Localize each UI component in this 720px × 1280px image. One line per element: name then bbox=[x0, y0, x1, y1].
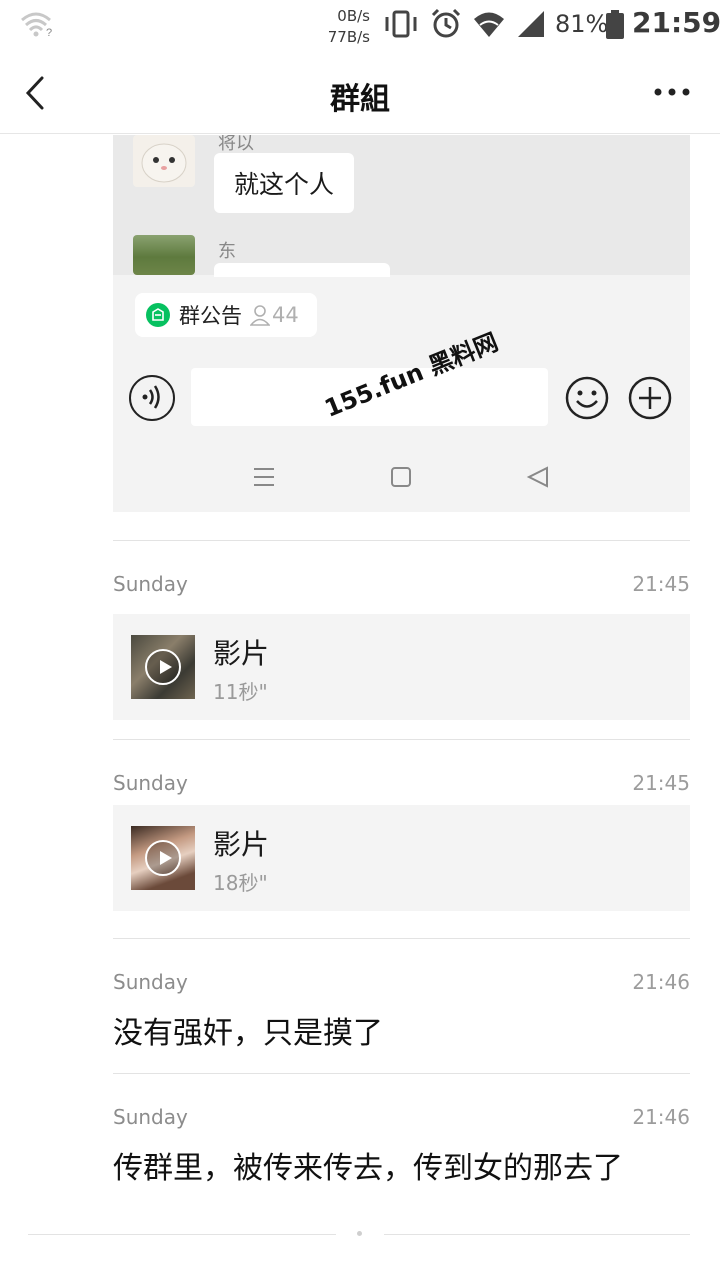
back-triangle-icon bbox=[526, 466, 548, 488]
message-text: 传群里，被传来传去，传到女的那去了 bbox=[113, 1151, 623, 1186]
item-meta: Sunday 21:45 bbox=[113, 771, 690, 801]
video-title: 影片 bbox=[213, 637, 270, 670]
plus-circle-icon bbox=[628, 376, 672, 420]
video-thumbnail bbox=[131, 826, 195, 890]
item-time: 21:45 bbox=[632, 572, 690, 596]
speed-down: 0B/s bbox=[337, 7, 370, 25]
item-meta: Sunday 21:46 bbox=[113, 1105, 690, 1135]
battery-icon bbox=[605, 10, 625, 44]
item-source: Sunday bbox=[113, 771, 188, 795]
battery-percent: 81% bbox=[555, 10, 609, 38]
play-icon bbox=[145, 649, 181, 685]
video-duration: 11秒" bbox=[213, 680, 268, 704]
signal-icon bbox=[516, 9, 546, 43]
person-icon bbox=[250, 305, 270, 326]
embedded-chat-screenshot[interactable]: 将以 就这个人 东 群公告 44 bbox=[113, 135, 690, 512]
avatar bbox=[133, 135, 195, 187]
sender-name: 将以 bbox=[218, 135, 254, 154]
divider bbox=[113, 1073, 690, 1074]
message-text: 没有强奸，只是摸了 bbox=[113, 1016, 383, 1051]
menu-icon bbox=[254, 468, 274, 486]
status-bar: ? 0B/s 77B/s 81% 21:59 bbox=[0, 0, 720, 52]
divider bbox=[113, 540, 690, 541]
emoji-button bbox=[564, 375, 610, 421]
play-icon bbox=[145, 840, 181, 876]
chat-bubble bbox=[214, 263, 390, 277]
item-meta: Sunday 21:46 bbox=[113, 970, 690, 1000]
video-thumbnail bbox=[131, 635, 195, 699]
more-button[interactable] bbox=[652, 80, 692, 104]
announcement-icon bbox=[146, 303, 170, 327]
embedded-chat-area: 将以 就这个人 东 bbox=[113, 135, 690, 277]
member-count: 44 bbox=[250, 303, 299, 327]
alarm-icon bbox=[430, 8, 462, 44]
divider bbox=[384, 1234, 690, 1235]
svg-text:?: ? bbox=[46, 27, 52, 38]
item-source: Sunday bbox=[113, 572, 188, 596]
wifi-question-icon: ? bbox=[20, 12, 56, 42]
announcement-label: 群公告 bbox=[179, 304, 242, 328]
divider bbox=[113, 739, 690, 740]
page-title: 群組 bbox=[330, 82, 390, 117]
wifi-icon bbox=[472, 9, 506, 43]
more-dots-icon bbox=[654, 88, 690, 96]
vibrate-icon bbox=[382, 9, 420, 43]
item-time: 21:45 bbox=[632, 771, 690, 795]
video-duration: 18秒" bbox=[213, 871, 268, 895]
sender-name: 东 bbox=[218, 241, 236, 262]
video-card[interactable]: 影片 11秒" bbox=[113, 614, 690, 720]
item-source: Sunday bbox=[113, 1105, 188, 1129]
network-speed: 0B/s 77B/s bbox=[320, 6, 370, 48]
speed-up: 77B/s bbox=[327, 28, 370, 46]
smile-icon bbox=[565, 376, 609, 420]
video-card[interactable]: 影片 18秒" bbox=[113, 805, 690, 911]
nav-header: 群組 bbox=[0, 52, 720, 134]
page-indicator-dot bbox=[357, 1231, 362, 1236]
plus-button bbox=[627, 375, 673, 421]
voice-icon bbox=[142, 385, 160, 409]
status-time: 21:59 bbox=[632, 6, 720, 39]
divider bbox=[113, 938, 690, 939]
system-nav-bar bbox=[113, 457, 690, 497]
item-time: 21:46 bbox=[632, 970, 690, 994]
status-icons bbox=[382, 8, 546, 44]
chat-bubble: 就这个人 bbox=[214, 153, 355, 213]
item-meta: Sunday 21:45 bbox=[113, 572, 690, 602]
item-time: 21:46 bbox=[632, 1105, 690, 1129]
avatar bbox=[133, 235, 195, 275]
member-count-value: 44 bbox=[272, 303, 299, 327]
divider bbox=[28, 1234, 336, 1235]
video-title: 影片 bbox=[213, 828, 270, 861]
item-source: Sunday bbox=[113, 970, 188, 994]
group-announcement-chip: 群公告 44 bbox=[135, 293, 317, 337]
home-square-icon bbox=[391, 467, 411, 487]
voice-button bbox=[129, 375, 175, 421]
